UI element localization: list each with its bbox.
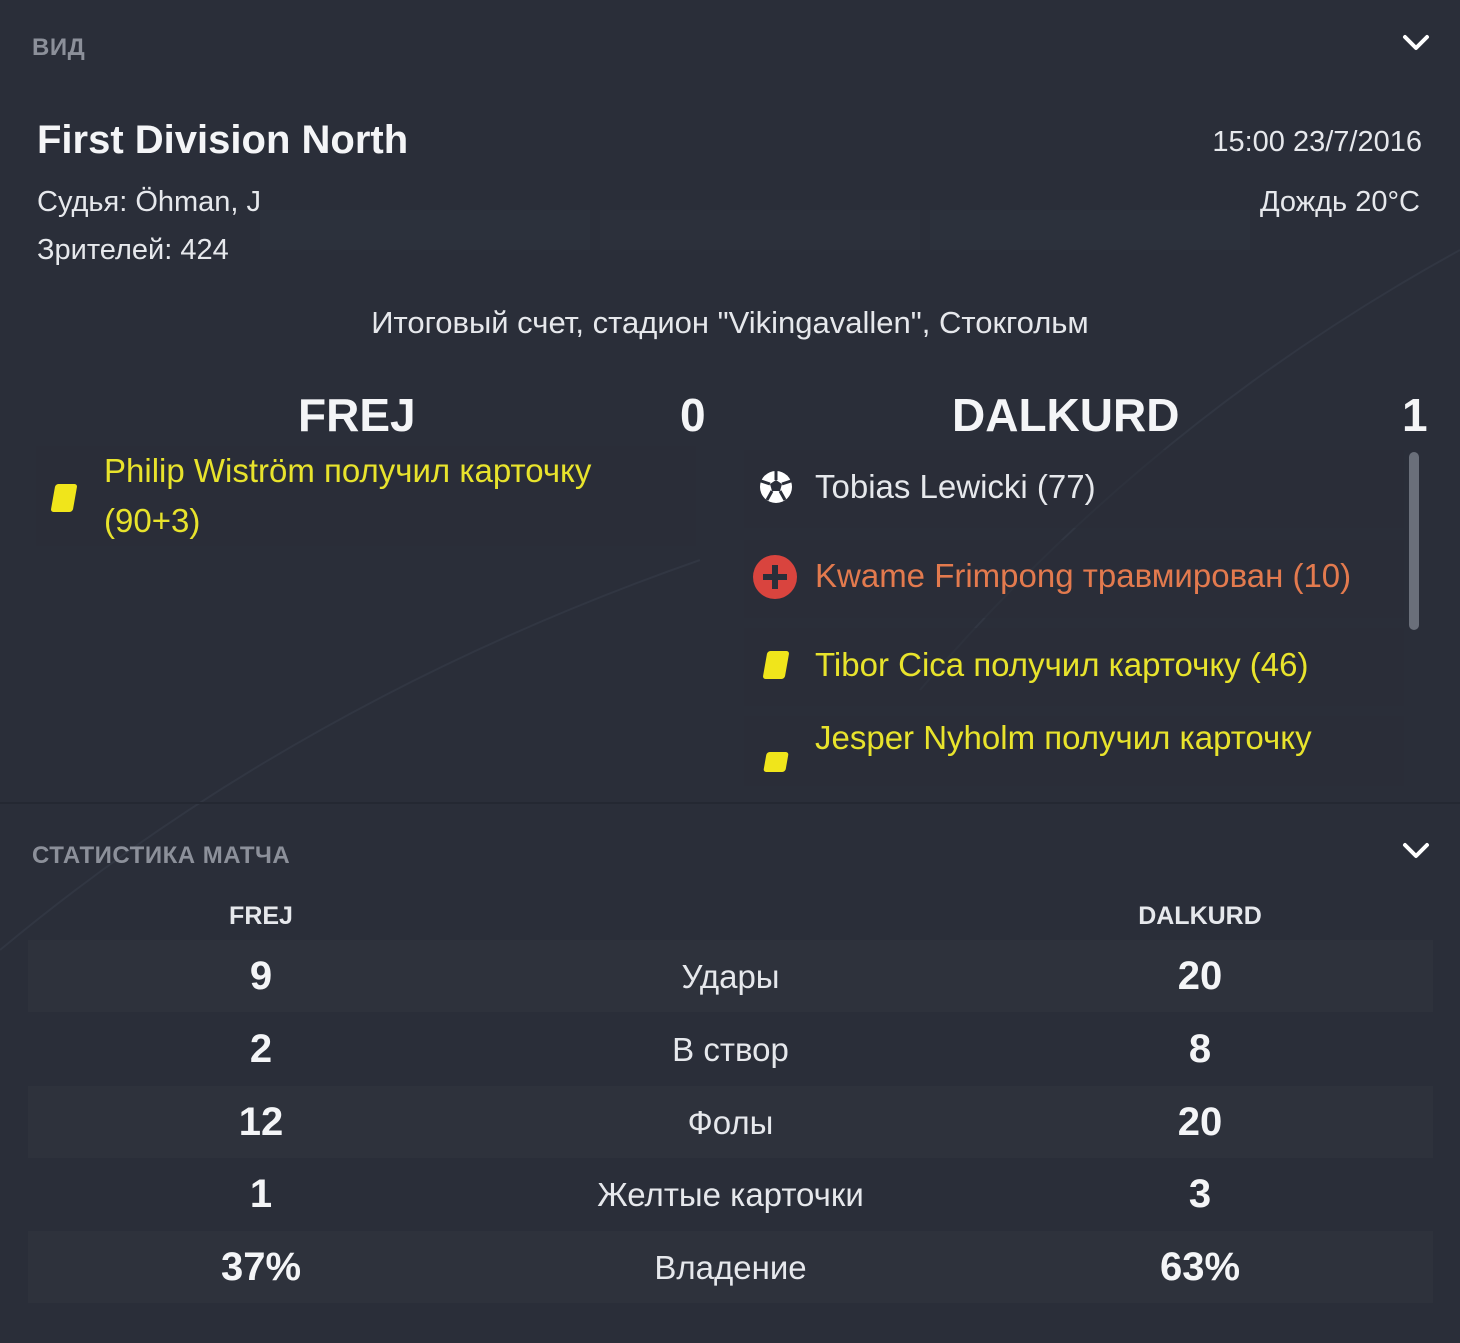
away-team-name[interactable]: DALKURD (952, 388, 1179, 442)
home-event-text-line2: (90+3) (104, 502, 201, 539)
stat-away-value: 3 (1188, 1172, 1212, 1216)
stat-away-value: 20 (1177, 1100, 1223, 1144)
home-event-text-line1: Philip Wiström получил карточку (104, 452, 592, 489)
home-team-name[interactable]: FREJ (298, 388, 416, 442)
away-event-yellow-text: Tibor Cica получил карточку (46) (815, 646, 1309, 683)
away-event-goal-text: Tobias Lewicki (77) (815, 468, 1096, 505)
away-team-score: 1 (1402, 389, 1428, 441)
stat-away-value: 20 (1177, 954, 1223, 998)
stat-row: 2 В створ 8 (28, 1013, 1433, 1085)
away-event-injury-text: Kwame Frimpong травмирован (10) (815, 557, 1352, 594)
stat-away-value: 8 (1188, 1027, 1212, 1071)
competition-title: First Division North (37, 118, 409, 162)
stat-row: 12 Фолы 20 (28, 1086, 1433, 1158)
yellow-card-icon (763, 752, 789, 772)
stat-home-value: 2 (249, 1027, 273, 1071)
stat-label: Владение (654, 1249, 807, 1286)
section-divider (0, 802, 1460, 804)
final-score-venue: Итоговый счет, стадион "Vikingavallen", … (371, 305, 1089, 340)
referee-info: Судья: Öhman, J (37, 186, 262, 218)
weather-info: Дождь 20°C (1259, 186, 1420, 218)
stats-away-team-label: DALKURD (1138, 902, 1262, 930)
stats-home-team-label: FREJ (229, 902, 293, 930)
stat-row: 9 Удары 20 (28, 940, 1433, 1012)
collapse-stats-chevron-icon[interactable] (1398, 833, 1434, 869)
stat-home-value: 37% (220, 1245, 302, 1289)
attendance-info: Зрителей: 424 (37, 234, 229, 266)
football-goal-icon (760, 471, 792, 503)
events-scrollbar[interactable] (1409, 452, 1419, 630)
collapse-view-chevron-icon[interactable] (1398, 25, 1434, 61)
stat-home-value: 9 (249, 954, 273, 998)
home-team-score: 0 (680, 389, 706, 441)
stat-label: Удары (681, 958, 780, 995)
stat-row: 37% Владение 63% (28, 1231, 1433, 1303)
injury-cross-icon (753, 555, 797, 599)
stat-label: Желтые карточки (597, 1176, 864, 1213)
stat-row: 1 Желтые карточки 3 (28, 1158, 1433, 1230)
stat-home-value: 1 (249, 1172, 273, 1216)
stat-label: Фолы (687, 1104, 774, 1141)
view-section-header: ВИД (32, 34, 86, 61)
match-datetime: 15:00 23/7/2016 (1212, 126, 1422, 158)
stat-away-value: 63% (1159, 1245, 1241, 1289)
away-event-yellow-text: Jesper Nyholm получил карточку (815, 719, 1312, 756)
stat-label: В створ (672, 1031, 789, 1068)
stats-section-header: СТАТИСТИКА МАТЧА (32, 842, 291, 869)
stat-home-value: 12 (238, 1100, 284, 1144)
